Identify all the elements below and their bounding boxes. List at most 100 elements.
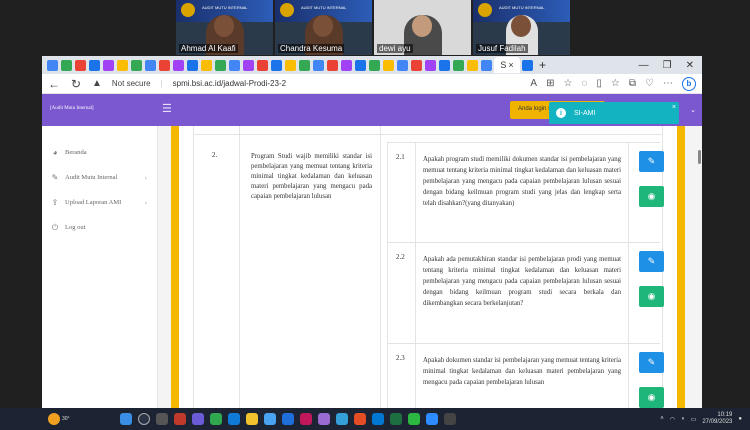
tab-favicon-icon[interactable]	[215, 59, 226, 71]
notification-toast[interactable]: i SI-AMI ×	[549, 102, 679, 124]
weather-icon[interactable]	[48, 413, 60, 425]
clock[interactable]: 10:19 27/09/2023	[702, 412, 732, 426]
tab-favicon-icon[interactable]	[341, 59, 352, 71]
tab-favicon-icon[interactable]	[103, 59, 114, 71]
app-icon[interactable]	[443, 413, 456, 425]
chevron-down-icon[interactable]: ⌄	[690, 106, 696, 114]
tab-favicon-icon[interactable]	[201, 59, 212, 71]
split-screen-icon[interactable]: ▯	[596, 78, 602, 89]
back-icon[interactable]: ←	[48, 77, 60, 91]
tab-favicon-icon[interactable]	[439, 59, 450, 71]
tab-favicon-icon[interactable]	[313, 59, 324, 71]
tab-favicon-icon[interactable]	[285, 59, 296, 71]
app-available-icon[interactable]: ⊞	[546, 78, 554, 89]
scrollbar-thumb[interactable]	[698, 150, 701, 164]
tab-favicon-icon[interactable]	[355, 59, 366, 71]
tab-favicon-icon[interactable]	[411, 59, 422, 71]
app-icon[interactable]	[317, 413, 330, 425]
wifi-icon[interactable]: ◠	[670, 416, 675, 423]
sidebar-item-beranda[interactable]: ◕ Beranda	[42, 140, 157, 165]
collections-icon[interactable]: ⧉	[629, 78, 636, 89]
tab-favicon-icon[interactable]	[173, 59, 184, 71]
tab-favicon-icon[interactable]	[89, 59, 100, 71]
tab-favicon-icon[interactable]	[187, 59, 198, 71]
folder-icon[interactable]	[245, 413, 258, 425]
refresh-circle-icon[interactable]: ◌	[581, 78, 587, 89]
tab-favicon-icon[interactable]	[481, 59, 492, 71]
tab-favicon-icon[interactable]	[271, 59, 282, 71]
tab-favicon-icon[interactable]	[145, 59, 156, 71]
tab-favicon-icon[interactable]	[425, 59, 436, 71]
close-icon[interactable]: ×	[672, 104, 676, 111]
close-icon[interactable]: ×	[508, 60, 513, 70]
chat-icon[interactable]	[191, 413, 204, 425]
edit-button[interactable]: ✎	[639, 151, 664, 172]
tab-favicon-icon[interactable]	[327, 59, 338, 71]
view-button[interactable]: ◉	[639, 387, 664, 408]
whatsapp-icon[interactable]	[407, 413, 420, 425]
tab-favicon-icon[interactable]	[47, 59, 58, 71]
minimize-icon[interactable]: —	[639, 60, 649, 71]
extensions-icon[interactable]: ♡	[645, 78, 654, 89]
tab-favicon-icon[interactable]	[467, 59, 478, 71]
participant-tile[interactable]: AUDIT MUTU INTERNAL Jusuf Fadilah	[473, 0, 570, 55]
maximize-icon[interactable]: ❐	[663, 60, 672, 71]
search-icon[interactable]	[137, 413, 150, 425]
favorites-bar-icon[interactable]: ☆	[611, 78, 620, 89]
edge-icon[interactable]	[227, 413, 240, 425]
edit-button[interactable]: ✎	[639, 352, 664, 373]
view-button[interactable]: ◉	[639, 286, 664, 307]
sidebar-item-logout[interactable]: ⏻ Log out	[42, 215, 157, 240]
participant-tile[interactable]: AUDIT MUTU INTERNAL Ahmad Al Kaafi	[176, 0, 273, 55]
excel-icon[interactable]	[389, 413, 402, 425]
participant-tile[interactable]: AUDIT MUTU INTERNAL Chandra Kesuma	[275, 0, 372, 55]
zoom-icon[interactable]	[425, 413, 438, 425]
app-icon[interactable]	[299, 413, 312, 425]
task-view-icon[interactable]	[155, 413, 168, 425]
tab-favicon-icon[interactable]	[117, 59, 128, 71]
volume-icon[interactable]: ◖	[681, 416, 685, 422]
tab-favicon-icon[interactable]	[522, 59, 533, 71]
tab-favicon-icon[interactable]	[159, 59, 170, 71]
chevron-up-icon[interactable]: ˄	[660, 416, 664, 422]
tab-favicon-icon[interactable]	[397, 59, 408, 71]
tab-favicon-icon[interactable]	[243, 59, 254, 71]
start-icon[interactable]	[119, 413, 132, 425]
notification-icon[interactable]: ●	[738, 416, 742, 422]
settings-icon[interactable]: ⋯	[663, 78, 673, 89]
tab-favicon-icon[interactable]	[131, 59, 142, 71]
warning-icon[interactable]: ▲	[92, 78, 102, 89]
url-field[interactable]: spmi.bsi.ac.id/jadwal-Prodi-23-2	[173, 79, 286, 88]
edit-button[interactable]: ✎	[639, 251, 664, 272]
tab-favicon-icon[interactable]	[369, 59, 380, 71]
security-label[interactable]: Not secure	[112, 79, 151, 88]
tab-favicon-icon[interactable]	[229, 59, 240, 71]
brand-title[interactable]: [Audit Mutu Internal]	[50, 106, 94, 111]
favorite-icon[interactable]: ☆	[563, 78, 572, 89]
tab-favicon-icon[interactable]	[383, 59, 394, 71]
reload-icon[interactable]: ↻	[70, 77, 82, 91]
tab-active[interactable]: S ×	[494, 57, 520, 73]
app-icon[interactable]	[335, 413, 348, 425]
tab-favicon-icon[interactable]	[75, 59, 86, 71]
read-aloud-icon[interactable]: A	[530, 78, 537, 89]
app-icon[interactable]	[353, 413, 366, 425]
view-button[interactable]: ◉	[639, 186, 664, 207]
word-icon[interactable]	[371, 413, 384, 425]
tab-favicon-icon[interactable]	[453, 59, 464, 71]
profile-icon[interactable]: b	[682, 76, 696, 91]
mail-icon[interactable]	[281, 413, 294, 425]
app-icon[interactable]	[173, 413, 186, 425]
sidebar-item-audit[interactable]: ✎ Audit Mutu Internal ›	[42, 165, 157, 190]
sidebar-item-upload[interactable]: ⇪ Upload Laporan AMI ›	[42, 190, 157, 215]
tab-favicon-icon[interactable]	[257, 59, 268, 71]
close-window-icon[interactable]: ✕	[686, 60, 694, 71]
app-icon[interactable]	[209, 413, 222, 425]
participant-tile[interactable]: dewi ayu	[374, 0, 471, 55]
hamburger-icon[interactable]: ☰	[162, 102, 172, 115]
store-icon[interactable]	[263, 413, 276, 425]
battery-icon[interactable]: ▭	[691, 416, 697, 423]
tab-favicon-icon[interactable]	[61, 59, 72, 71]
new-tab-icon[interactable]: +	[539, 58, 546, 72]
tab-favicon-icon[interactable]	[299, 59, 310, 71]
